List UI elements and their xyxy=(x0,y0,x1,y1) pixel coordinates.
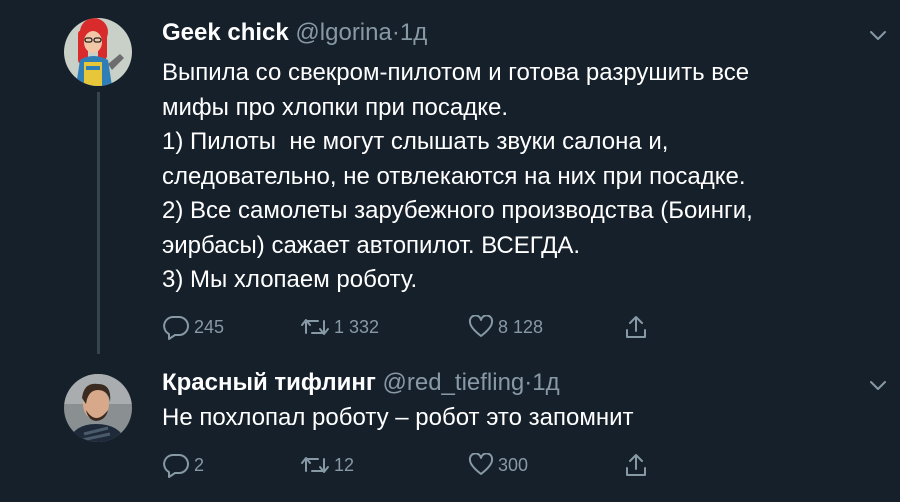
display-name[interactable]: Красный тифлинг xyxy=(162,369,376,396)
tweet-text: Не похлопал роботу – робот это запомнит xyxy=(162,401,862,436)
reply-icon xyxy=(162,314,190,340)
user-handle[interactable]: @red_tiefling xyxy=(383,369,525,396)
tweet-text-line: 2) Все самолеты зарубежного производства… xyxy=(162,197,753,224)
tweet-text-line: 1) Пилоты не могут слышать звуки салона … xyxy=(162,128,669,155)
tweet-header: Красный тифлинг @red_tiefling·1д xyxy=(162,368,560,398)
share-icon xyxy=(624,452,648,478)
tweet[interactable]: Geek chick @lgorina·1д Выпила со свекром… xyxy=(0,0,900,360)
reply-button[interactable]: 2 xyxy=(162,450,204,480)
like-count: 300 xyxy=(498,454,529,475)
reply-button[interactable]: 245 xyxy=(162,312,224,342)
retweet-count: 1 332 xyxy=(334,316,380,337)
timestamp[interactable]: 1д xyxy=(400,19,427,46)
tweet-text-line: 3) Мы хлопаем роботу. xyxy=(162,266,418,293)
tweet-text-line: Выпила со свекром-пилотом и готова разру… xyxy=(162,59,750,86)
chevron-down-icon[interactable] xyxy=(866,374,890,398)
reply-count: 2 xyxy=(194,454,205,475)
retweet-button[interactable]: 1 332 xyxy=(300,312,379,342)
avatar[interactable] xyxy=(64,374,132,442)
chevron-down-icon[interactable] xyxy=(866,24,890,48)
tweet-actions: 2 12 300 xyxy=(160,450,680,480)
display-name[interactable]: Geek chick xyxy=(162,19,289,46)
tweet-actions: 245 1 332 8 128 xyxy=(160,312,680,342)
tweet-text-line: следовательно, не отвлекаются на них при… xyxy=(162,162,746,190)
tweet-header: Geek chick @lgorina·1д xyxy=(162,18,427,48)
tweet-text: Выпила со свекром-пилотом и готова разру… xyxy=(162,56,862,298)
tweet[interactable]: Красный тифлинг @red_tiefling·1д Не похл… xyxy=(0,360,900,502)
reply-count: 245 xyxy=(194,316,225,337)
share-button[interactable] xyxy=(624,312,648,342)
retweet-button[interactable]: 12 xyxy=(300,450,354,480)
reply-icon xyxy=(162,452,190,478)
like-count: 8 128 xyxy=(498,316,544,337)
heart-icon xyxy=(468,453,494,477)
retweet-icon xyxy=(300,315,330,339)
share-icon xyxy=(624,314,648,340)
retweet-count: 12 xyxy=(334,454,355,475)
tweet-text-line: Не похлопал роботу – робот это запомнит xyxy=(162,404,634,431)
thread-line xyxy=(97,92,100,354)
tweet-text-line: мифы про хлопки при посадке. xyxy=(162,93,509,121)
like-button[interactable]: 8 128 xyxy=(468,312,543,342)
user-handle[interactable]: @lgorina xyxy=(295,19,391,46)
avatar[interactable] xyxy=(64,18,132,86)
separator-dot: · xyxy=(391,19,400,46)
like-button[interactable]: 300 xyxy=(468,450,528,480)
share-button[interactable] xyxy=(624,450,648,480)
tweet-text-line: эирбасы) сажает автопилот. ВСЕГДА. xyxy=(162,231,581,259)
heart-icon xyxy=(468,315,494,339)
retweet-icon xyxy=(300,453,330,477)
timestamp[interactable]: 1д xyxy=(532,369,559,396)
